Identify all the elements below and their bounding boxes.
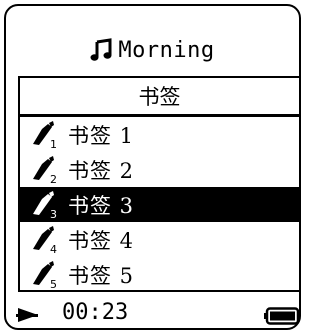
bookmark-label: 书签 5 — [68, 263, 135, 288]
bookmark-index: 3 — [50, 208, 57, 220]
bookmark-index: 1 — [50, 138, 57, 150]
bookmark-item-1[interactable]: 1 书签 1 — [20, 117, 299, 152]
bookmark-list: 书签 1 书签 1 2 书签 2 3 书签 3 4 书签 4 5 书签 5 — [18, 76, 301, 292]
bookmark-icon: 5 — [33, 260, 57, 290]
bookmark-index: 4 — [50, 243, 57, 255]
bookmark-item-2[interactable]: 2 书签 2 — [20, 152, 299, 187]
music-note-icon — [90, 38, 112, 61]
list-header: 书签 — [20, 78, 299, 117]
bookmark-icon: 4 — [33, 225, 57, 255]
bookmark-icon: 3 — [33, 190, 57, 220]
bookmark-index: 5 — [50, 278, 57, 290]
bookmark-label: 书签 4 — [68, 228, 135, 253]
device-screen: Morning 书签 1 书签 1 2 书签 2 3 书签 3 4 书签 4 5 书签 5 00:… — [4, 4, 301, 330]
bookmark-label: 书签 3 — [68, 193, 135, 218]
bookmark-icon: 1 — [33, 120, 57, 150]
bookmark-label: 书签 2 — [68, 158, 135, 183]
bookmark-item-5[interactable]: 5 书签 5 — [20, 257, 299, 292]
status-bar: 00:23 — [6, 298, 300, 332]
bookmark-index: 2 — [50, 173, 57, 185]
bookmark-item-4[interactable]: 4 书签 4 — [20, 222, 299, 257]
track-title-bar: Morning — [6, 33, 299, 67]
bookmark-label: 书签 1 — [68, 123, 135, 148]
battery-full-icon — [264, 307, 300, 325]
bookmark-icon: 2 — [33, 155, 57, 185]
track-title: Morning — [118, 37, 215, 63]
elapsed-time: 00:23 — [62, 300, 129, 325]
play-icon — [16, 308, 38, 322]
bookmark-item-3[interactable]: 3 书签 3 — [20, 187, 299, 222]
list-header-label: 书签 — [138, 85, 181, 109]
